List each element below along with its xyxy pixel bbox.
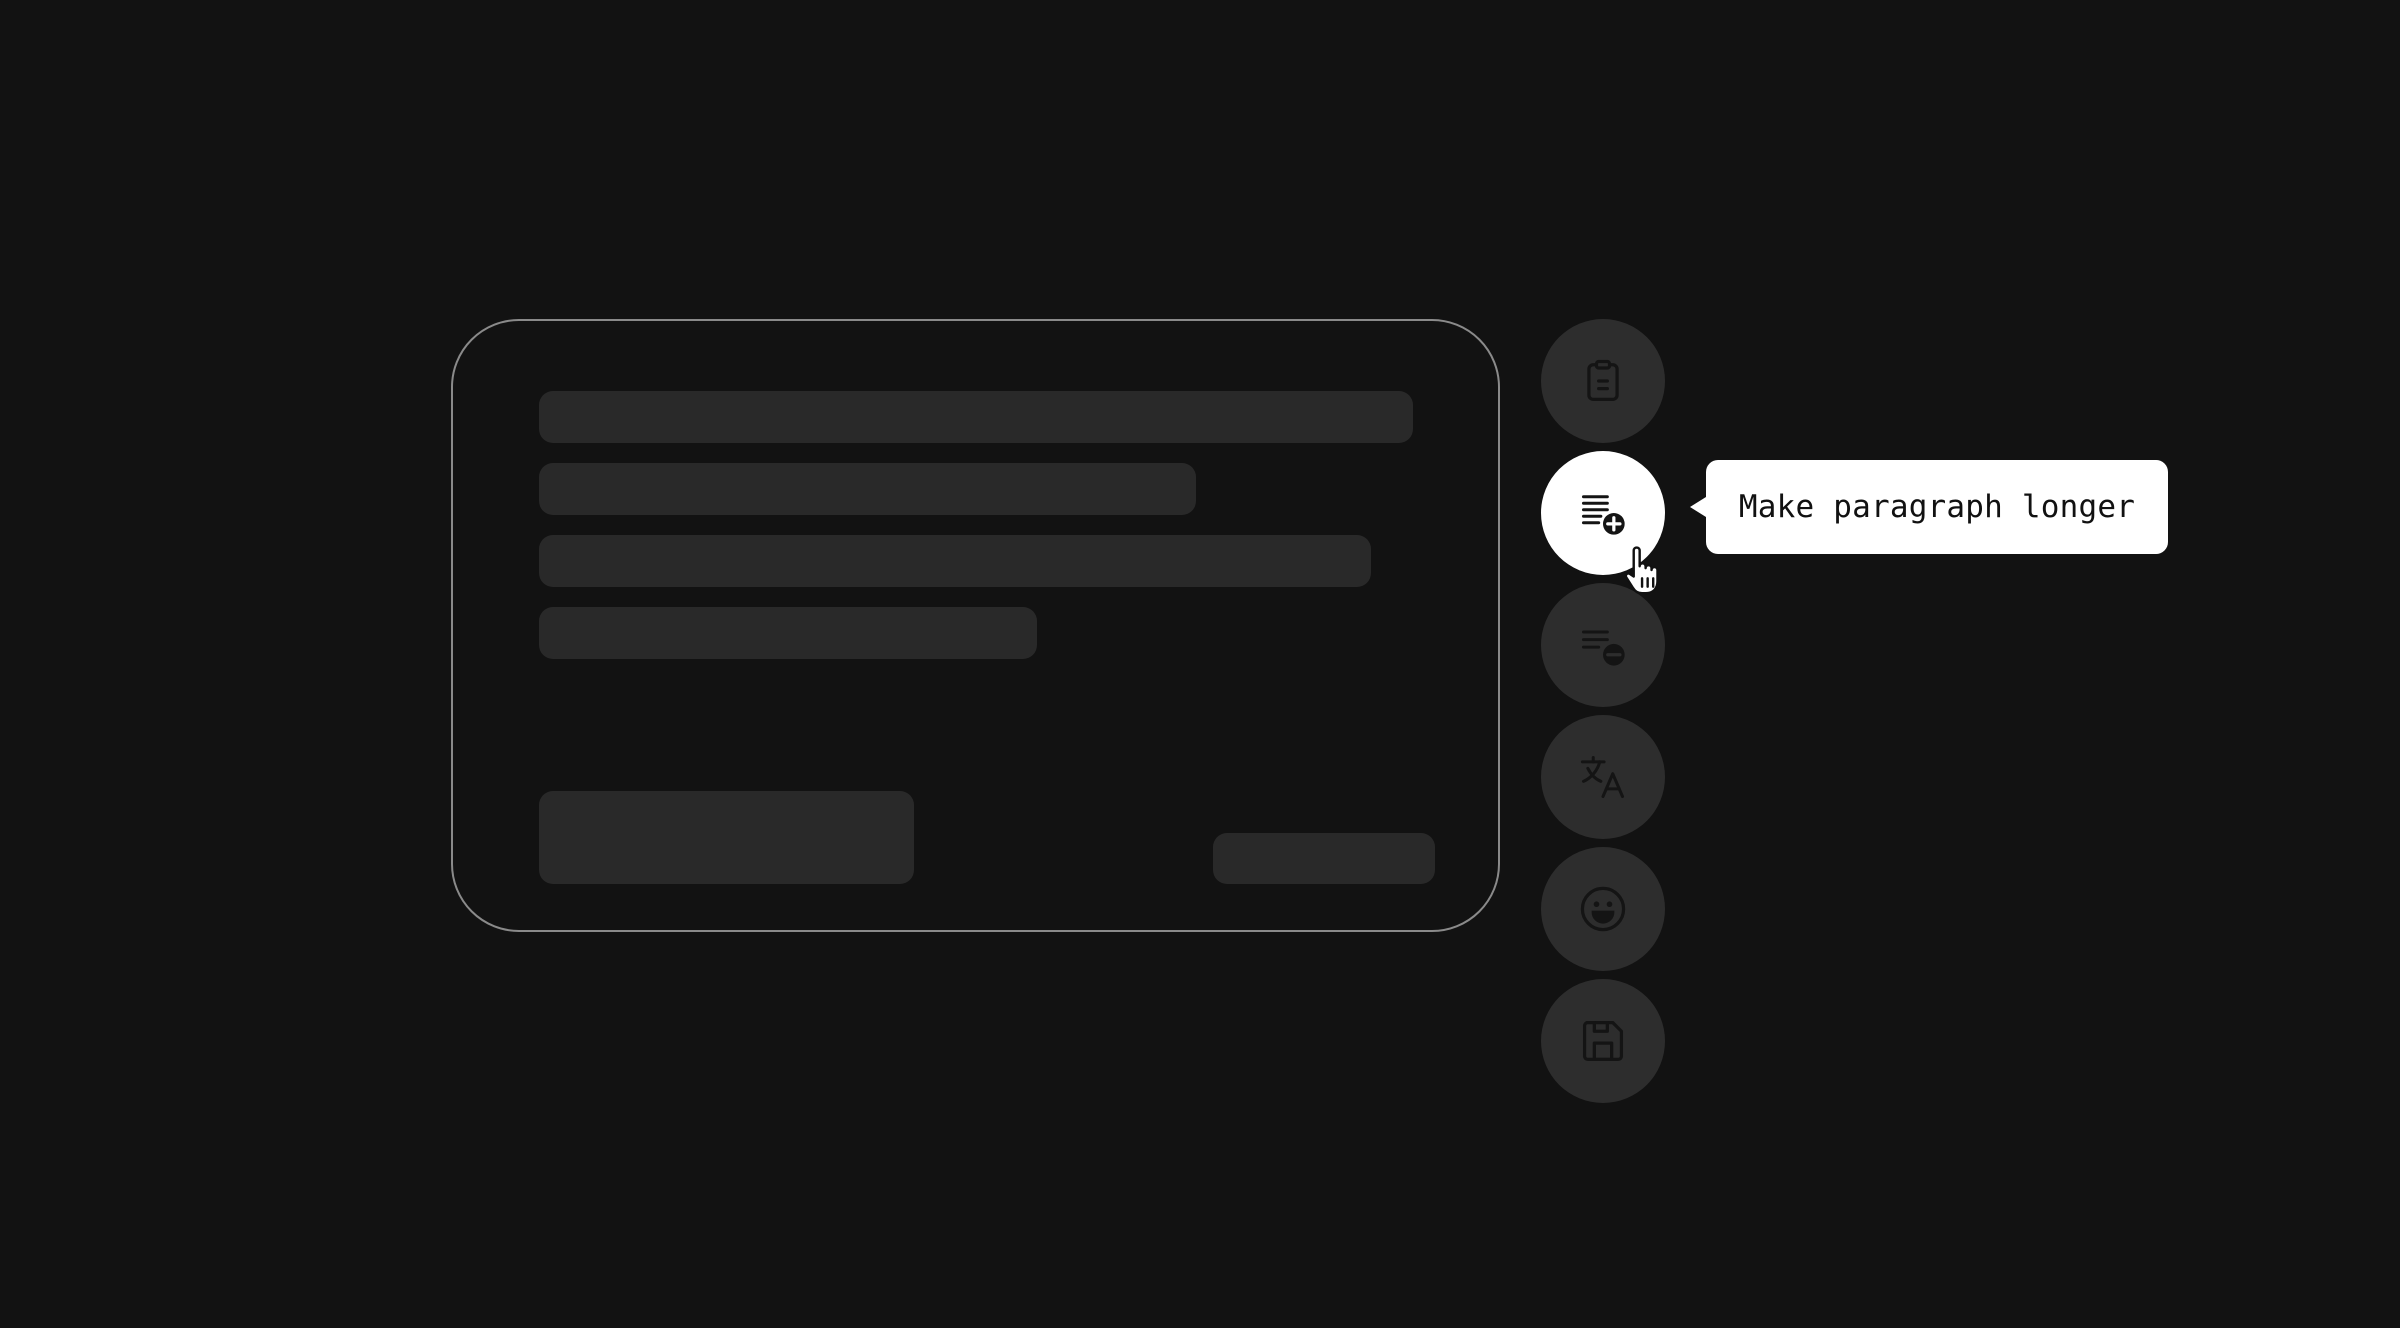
smiley-icon: [1577, 883, 1629, 935]
hand-pointer-icon: [1620, 544, 1666, 596]
text-line-placeholder: [539, 391, 1413, 443]
text-card: [451, 319, 1500, 932]
tooltip: Make paragraph longer: [1690, 460, 2168, 554]
action-pill-placeholder: [1213, 833, 1435, 884]
text-line-placeholder: [539, 463, 1196, 515]
translate-icon: [1577, 751, 1629, 803]
emoji-button[interactable]: [1541, 847, 1665, 971]
floppy-disk-icon: [1577, 1015, 1629, 1067]
text-line-placeholder: [539, 535, 1371, 587]
clipboard-button[interactable]: [1541, 319, 1665, 443]
tooltip-text: Make paragraph longer: [1738, 489, 2136, 525]
make-paragraph-shorter-button[interactable]: [1541, 583, 1665, 707]
save-button[interactable]: [1541, 979, 1665, 1103]
action-block-placeholder: [539, 791, 914, 884]
lines-minus-icon: [1577, 619, 1629, 671]
translate-button[interactable]: [1541, 715, 1665, 839]
text-line-placeholder: [539, 607, 1037, 659]
lines-plus-icon: [1577, 487, 1629, 539]
clipboard-icon: [1577, 355, 1629, 407]
